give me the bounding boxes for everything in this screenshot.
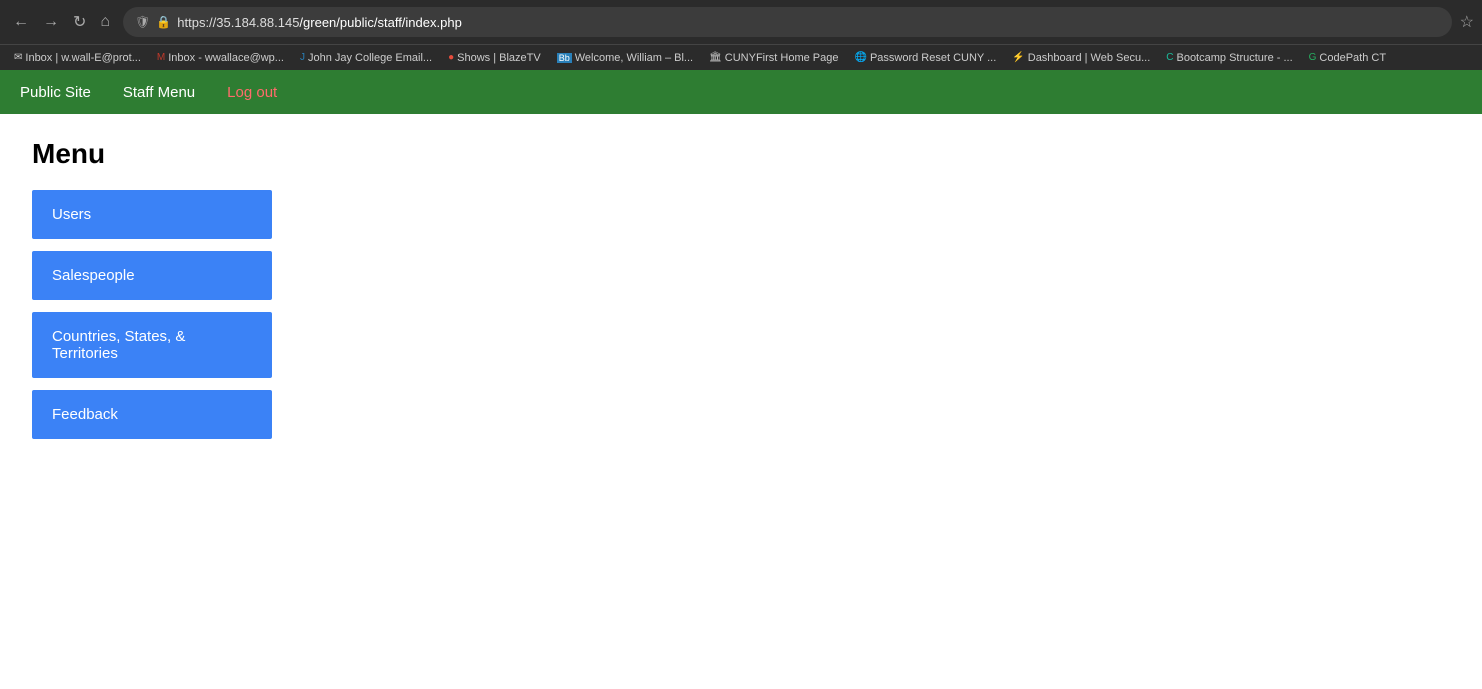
bookmark-icon-5: Bb (557, 53, 572, 63)
bookmark-icon-4: ● (448, 52, 454, 63)
bookmark-welcome[interactable]: Bb Welcome, William – Bl... (551, 50, 699, 66)
bookmark-star-button[interactable]: ☆ (1460, 12, 1474, 32)
bookmark-codepath[interactable]: G CodePath CT (1303, 50, 1392, 66)
page-title: Menu (32, 138, 1450, 170)
bookmark-blazetv[interactable]: ● Shows | BlazeTV (442, 50, 547, 66)
bookmark-icon-10: G (1309, 52, 1317, 63)
browser-chrome: ← → ↻ ⌂ 🛡 🔒 https://35.184.88.145/green/… (0, 0, 1482, 44)
address-bar[interactable]: 🛡 🔒 https://35.184.88.145/green/public/s… (123, 7, 1452, 37)
bookmark-cunyfirst[interactable]: 🏛 CUNYFirst Home Page (703, 50, 844, 66)
lock-icon: 🔒 (156, 15, 171, 29)
public-site-link[interactable]: Public Site (16, 74, 95, 111)
bookmark-icon-2: M (157, 52, 165, 63)
feedback-button[interactable]: Feedback (32, 390, 272, 439)
app-nav: Public Site Staff Menu Log out (0, 70, 1482, 114)
browser-nav-buttons: ← → ↻ ⌂ (8, 10, 115, 34)
main-content: Menu Users Salespeople Countries, States… (0, 114, 1482, 463)
shield-icon: 🛡 (135, 15, 150, 29)
staff-menu-link[interactable]: Staff Menu (119, 74, 199, 111)
home-button[interactable]: ⌂ (95, 11, 115, 33)
countries-states-territories-button[interactable]: Countries, States, & Territories (32, 312, 272, 378)
bookmark-inbox-1[interactable]: ✉ Inbox | w.wall-E@prot... (8, 50, 147, 66)
back-button[interactable]: ← (8, 11, 34, 33)
bookmark-icon-6: 🏛 (709, 52, 722, 63)
bookmark-icon-9: C (1166, 52, 1173, 63)
bookmark-icon-3: J (300, 52, 305, 63)
forward-button[interactable]: → (38, 11, 64, 33)
logout-link[interactable]: Log out (223, 74, 281, 111)
url-display: https://35.184.88.145/green/public/staff… (177, 15, 1439, 30)
bookmark-johnjay[interactable]: J John Jay College Email... (294, 50, 438, 66)
bookmark-inbox-2[interactable]: M Inbox - wwallace@wp... (151, 50, 290, 66)
bookmark-dashboard[interactable]: ⚡ Dashboard | Web Secu... (1006, 50, 1156, 66)
users-button[interactable]: Users (32, 190, 272, 239)
bookmarks-bar: ✉ Inbox | w.wall-E@prot... M Inbox - wwa… (0, 44, 1482, 70)
bookmark-bootcamp[interactable]: C Bootcamp Structure - ... (1160, 50, 1298, 66)
reload-button[interactable]: ↻ (68, 10, 91, 34)
salespeople-button[interactable]: Salespeople (32, 251, 272, 300)
menu-buttons: Users Salespeople Countries, States, & T… (32, 190, 272, 439)
bookmark-icon-1: ✉ (14, 52, 22, 63)
bookmark-icon-7: 🌐 (855, 52, 867, 63)
bookmark-icon-8: ⚡ (1012, 52, 1024, 63)
bookmark-password-reset[interactable]: 🌐 Password Reset CUNY ... (849, 50, 1003, 66)
